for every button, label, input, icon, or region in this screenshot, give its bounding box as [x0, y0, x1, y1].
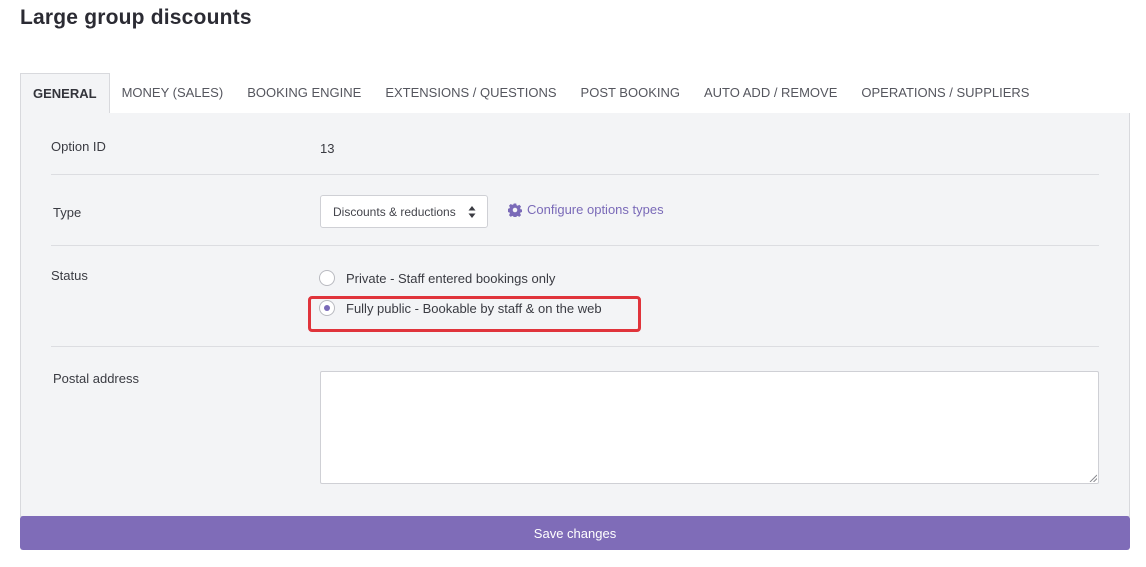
divider	[51, 245, 1099, 246]
divider	[51, 346, 1099, 347]
radio-private[interactable]	[319, 270, 335, 286]
postal-address-textarea[interactable]	[320, 371, 1099, 484]
type-select[interactable]: Discounts & reductions	[320, 195, 488, 228]
tab-extensions-questions[interactable]: EXTENSIONS / QUESTIONS	[373, 73, 568, 112]
tab-post-booking[interactable]: POST BOOKING	[569, 73, 692, 112]
gear-icon	[508, 202, 522, 217]
tab-auto-add-remove[interactable]: AUTO ADD / REMOVE	[692, 73, 849, 112]
tab-general[interactable]: GENERAL	[20, 73, 110, 114]
postal-address-label: Postal address	[53, 371, 139, 386]
type-select-value: Discounts & reductions	[333, 204, 456, 219]
resize-grip-icon[interactable]	[1089, 474, 1097, 482]
status-option-private-label: Private - Staff entered bookings only	[346, 270, 556, 286]
type-label: Type	[53, 205, 82, 220]
tab-operations-suppliers[interactable]: OPERATIONS / SUPPLIERS	[849, 73, 1041, 112]
general-panel: Option ID 13 Type Discounts & reductions…	[20, 113, 1130, 517]
option-id-value: 13	[320, 141, 335, 156]
divider	[51, 174, 1099, 175]
page-title: Large group discounts	[20, 6, 252, 29]
select-arrows-icon	[468, 206, 476, 218]
highlight-box	[308, 296, 641, 332]
configure-options-types-link[interactable]: Configure options types	[508, 202, 664, 217]
tab-bar: GENERAL MONEY (SALES) BOOKING ENGINE EXT…	[20, 73, 1130, 114]
status-option-private[interactable]: Private - Staff entered bookings only	[319, 270, 555, 286]
tab-booking-engine[interactable]: BOOKING ENGINE	[235, 73, 373, 112]
option-id-label: Option ID	[51, 139, 106, 154]
status-label: Status	[51, 268, 88, 283]
configure-options-types-label: Configure options types	[527, 202, 664, 217]
tab-money-sales[interactable]: MONEY (SALES)	[110, 73, 236, 112]
save-changes-button[interactable]: Save changes	[20, 516, 1130, 550]
